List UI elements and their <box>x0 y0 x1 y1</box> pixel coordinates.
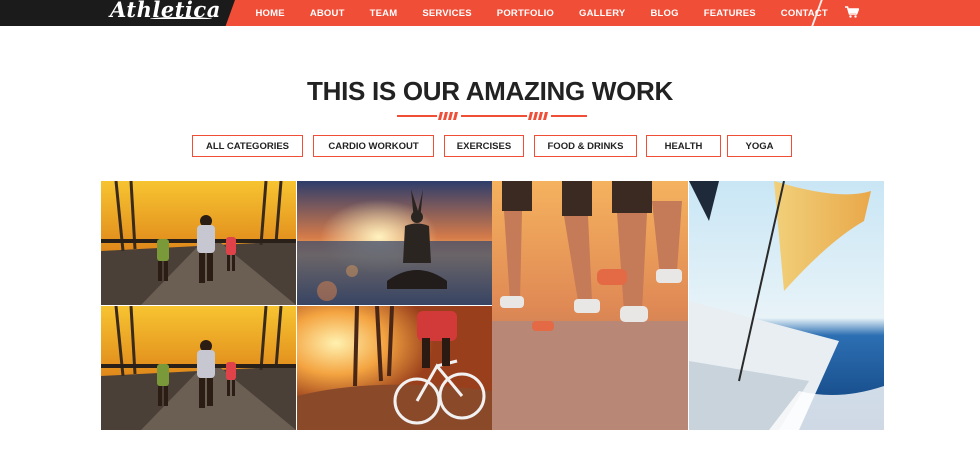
main-menu: HOME ABOUT TEAM SERVICES PORTFOLIO GALLE… <box>243 0 840 26</box>
nav-item-gallery[interactable]: GALLERY <box>567 8 638 19</box>
filter-yoga[interactable]: YOGA <box>727 135 792 157</box>
nav-item-home[interactable]: HOME <box>243 8 297 19</box>
gallery-item-runners-legs[interactable] <box>492 181 688 430</box>
gallery-item-cyclist[interactable] <box>297 306 492 430</box>
filter-cardio-workout[interactable]: CARDIO WORKOUT <box>313 135 434 157</box>
logo-swoosh <box>150 17 212 21</box>
section-title: THIS IS OUR AMAZING WORK <box>307 76 673 106</box>
filter-food-drinks[interactable]: FOOD & DRINKS <box>534 135 637 157</box>
gallery-item-yoga-beach[interactable] <box>297 181 492 305</box>
yoga-beach-image <box>297 181 492 305</box>
top-navbar: Athletica HOME ABOUT TEAM SERVICES PORTF… <box>0 0 980 26</box>
runners-legs-image <box>492 181 688 430</box>
nav-item-contact[interactable]: CONTACT <box>768 8 840 19</box>
nav-item-team[interactable]: TEAM <box>357 8 410 19</box>
gallery-item-runners-bridge[interactable] <box>101 181 296 305</box>
filter-all-categories[interactable]: ALL CATEGORIES <box>192 135 303 157</box>
portfolio-gallery <box>101 181 884 430</box>
filter-exercises[interactable]: EXERCISES <box>444 135 524 157</box>
shopping-cart-icon[interactable] <box>845 6 859 18</box>
gallery-item-sailboat[interactable] <box>689 181 884 430</box>
gallery-item-runners-bridge-2[interactable] <box>101 306 296 430</box>
runners-bridge-image <box>101 181 296 305</box>
nav-item-blog[interactable]: BLOG <box>638 8 691 19</box>
filter-health[interactable]: HEALTH <box>646 135 721 157</box>
nav-item-services[interactable]: SERVICES <box>410 8 484 19</box>
nav-item-features[interactable]: FEATURES <box>691 8 768 19</box>
title-divider-ornament <box>397 112 587 120</box>
nav-item-about[interactable]: ABOUT <box>297 8 357 19</box>
cyclist-image <box>297 306 492 430</box>
portfolio-filters: ALL CATEGORIES CARDIO WORKOUT EXERCISES … <box>0 135 980 157</box>
runners-bridge-image-2 <box>101 306 296 430</box>
sailboat-image <box>689 181 884 430</box>
nav-item-portfolio[interactable]: PORTFOLIO <box>484 8 566 19</box>
